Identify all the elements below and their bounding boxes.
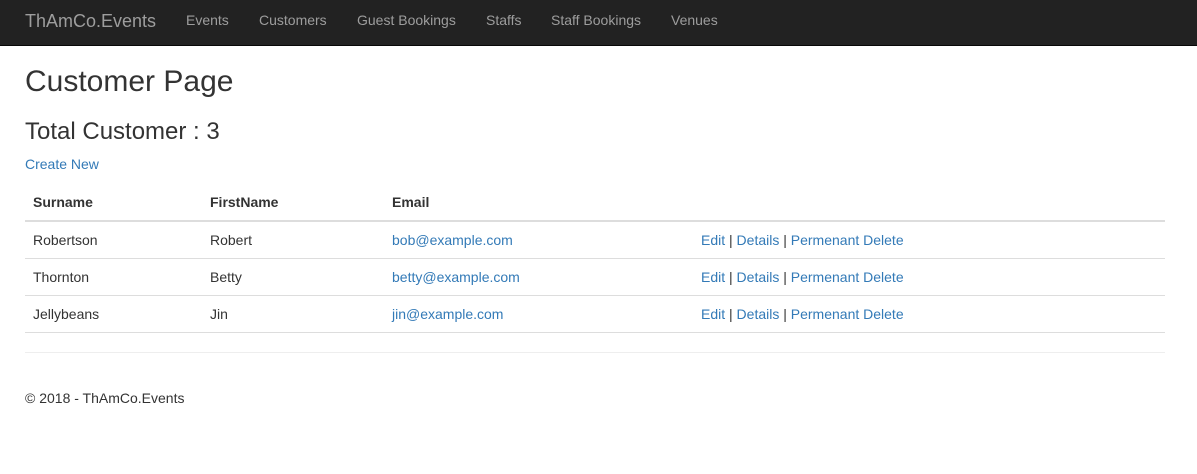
cell-firstname: Betty xyxy=(202,258,384,296)
details-link[interactable]: Details xyxy=(737,232,780,248)
table-row: Robertson Robert bob@example.com Edit | … xyxy=(25,221,1165,259)
email-link[interactable]: bob@example.com xyxy=(392,232,513,248)
separator: | xyxy=(783,269,787,285)
details-link[interactable]: Details xyxy=(737,269,780,285)
nav-link-staff-bookings[interactable]: Staff Bookings xyxy=(551,12,641,28)
column-header-email: Email xyxy=(384,184,693,222)
page-title: Customer Page xyxy=(25,65,234,98)
cell-email: betty@example.com xyxy=(384,258,693,296)
column-header-firstname: FirstName xyxy=(202,184,384,222)
footer-divider xyxy=(25,352,1165,353)
customer-count: Total Customer : 3 xyxy=(25,118,220,145)
table-header-row: Surname FirstName Email xyxy=(25,184,1165,222)
separator: | xyxy=(783,306,787,322)
top-navbar: ThAmCo.Events Events Customers Guest Boo… xyxy=(0,0,1197,46)
email-link[interactable]: jin@example.com xyxy=(392,306,503,322)
nav-link-staffs[interactable]: Staffs xyxy=(486,12,522,28)
cell-surname: Thornton xyxy=(25,258,202,296)
column-header-actions xyxy=(693,184,1165,222)
cell-actions: Edit | Details | Permenant Delete xyxy=(693,295,1165,333)
table-row: Jellybeans Jin jin@example.com Edit | De… xyxy=(25,295,1165,333)
separator: | xyxy=(729,232,733,248)
delete-link[interactable]: Permenant Delete xyxy=(791,269,904,285)
edit-link[interactable]: Edit xyxy=(701,232,725,248)
cell-email: jin@example.com xyxy=(384,295,693,333)
nav-link-customers[interactable]: Customers xyxy=(259,12,327,28)
separator: | xyxy=(729,306,733,322)
table-row: Thornton Betty betty@example.com Edit | … xyxy=(25,258,1165,296)
delete-link[interactable]: Permenant Delete xyxy=(791,306,904,322)
edit-link[interactable]: Edit xyxy=(701,306,725,322)
cell-firstname: Robert xyxy=(202,221,384,259)
separator: | xyxy=(783,232,787,248)
cell-firstname: Jin xyxy=(202,295,384,333)
cell-actions: Edit | Details | Permenant Delete xyxy=(693,258,1165,296)
edit-link[interactable]: Edit xyxy=(701,269,725,285)
cell-surname: Jellybeans xyxy=(25,295,202,333)
footer-copyright: © 2018 - ThAmCo.Events xyxy=(25,390,185,406)
nav-link-guest-bookings[interactable]: Guest Bookings xyxy=(357,12,456,28)
email-link[interactable]: betty@example.com xyxy=(392,269,520,285)
delete-link[interactable]: Permenant Delete xyxy=(791,232,904,248)
separator: | xyxy=(729,269,733,285)
nav-link-venues[interactable]: Venues xyxy=(671,12,718,28)
column-header-surname: Surname xyxy=(25,184,202,222)
nav-link-events[interactable]: Events xyxy=(186,12,229,28)
brand-link[interactable]: ThAmCo.Events xyxy=(25,11,156,32)
customer-table: Surname FirstName Email Robertson Robert… xyxy=(25,184,1165,333)
cell-actions: Edit | Details | Permenant Delete xyxy=(693,221,1165,259)
cell-email: bob@example.com xyxy=(384,221,693,259)
details-link[interactable]: Details xyxy=(737,306,780,322)
create-new-link[interactable]: Create New xyxy=(25,156,99,172)
cell-surname: Robertson xyxy=(25,221,202,259)
